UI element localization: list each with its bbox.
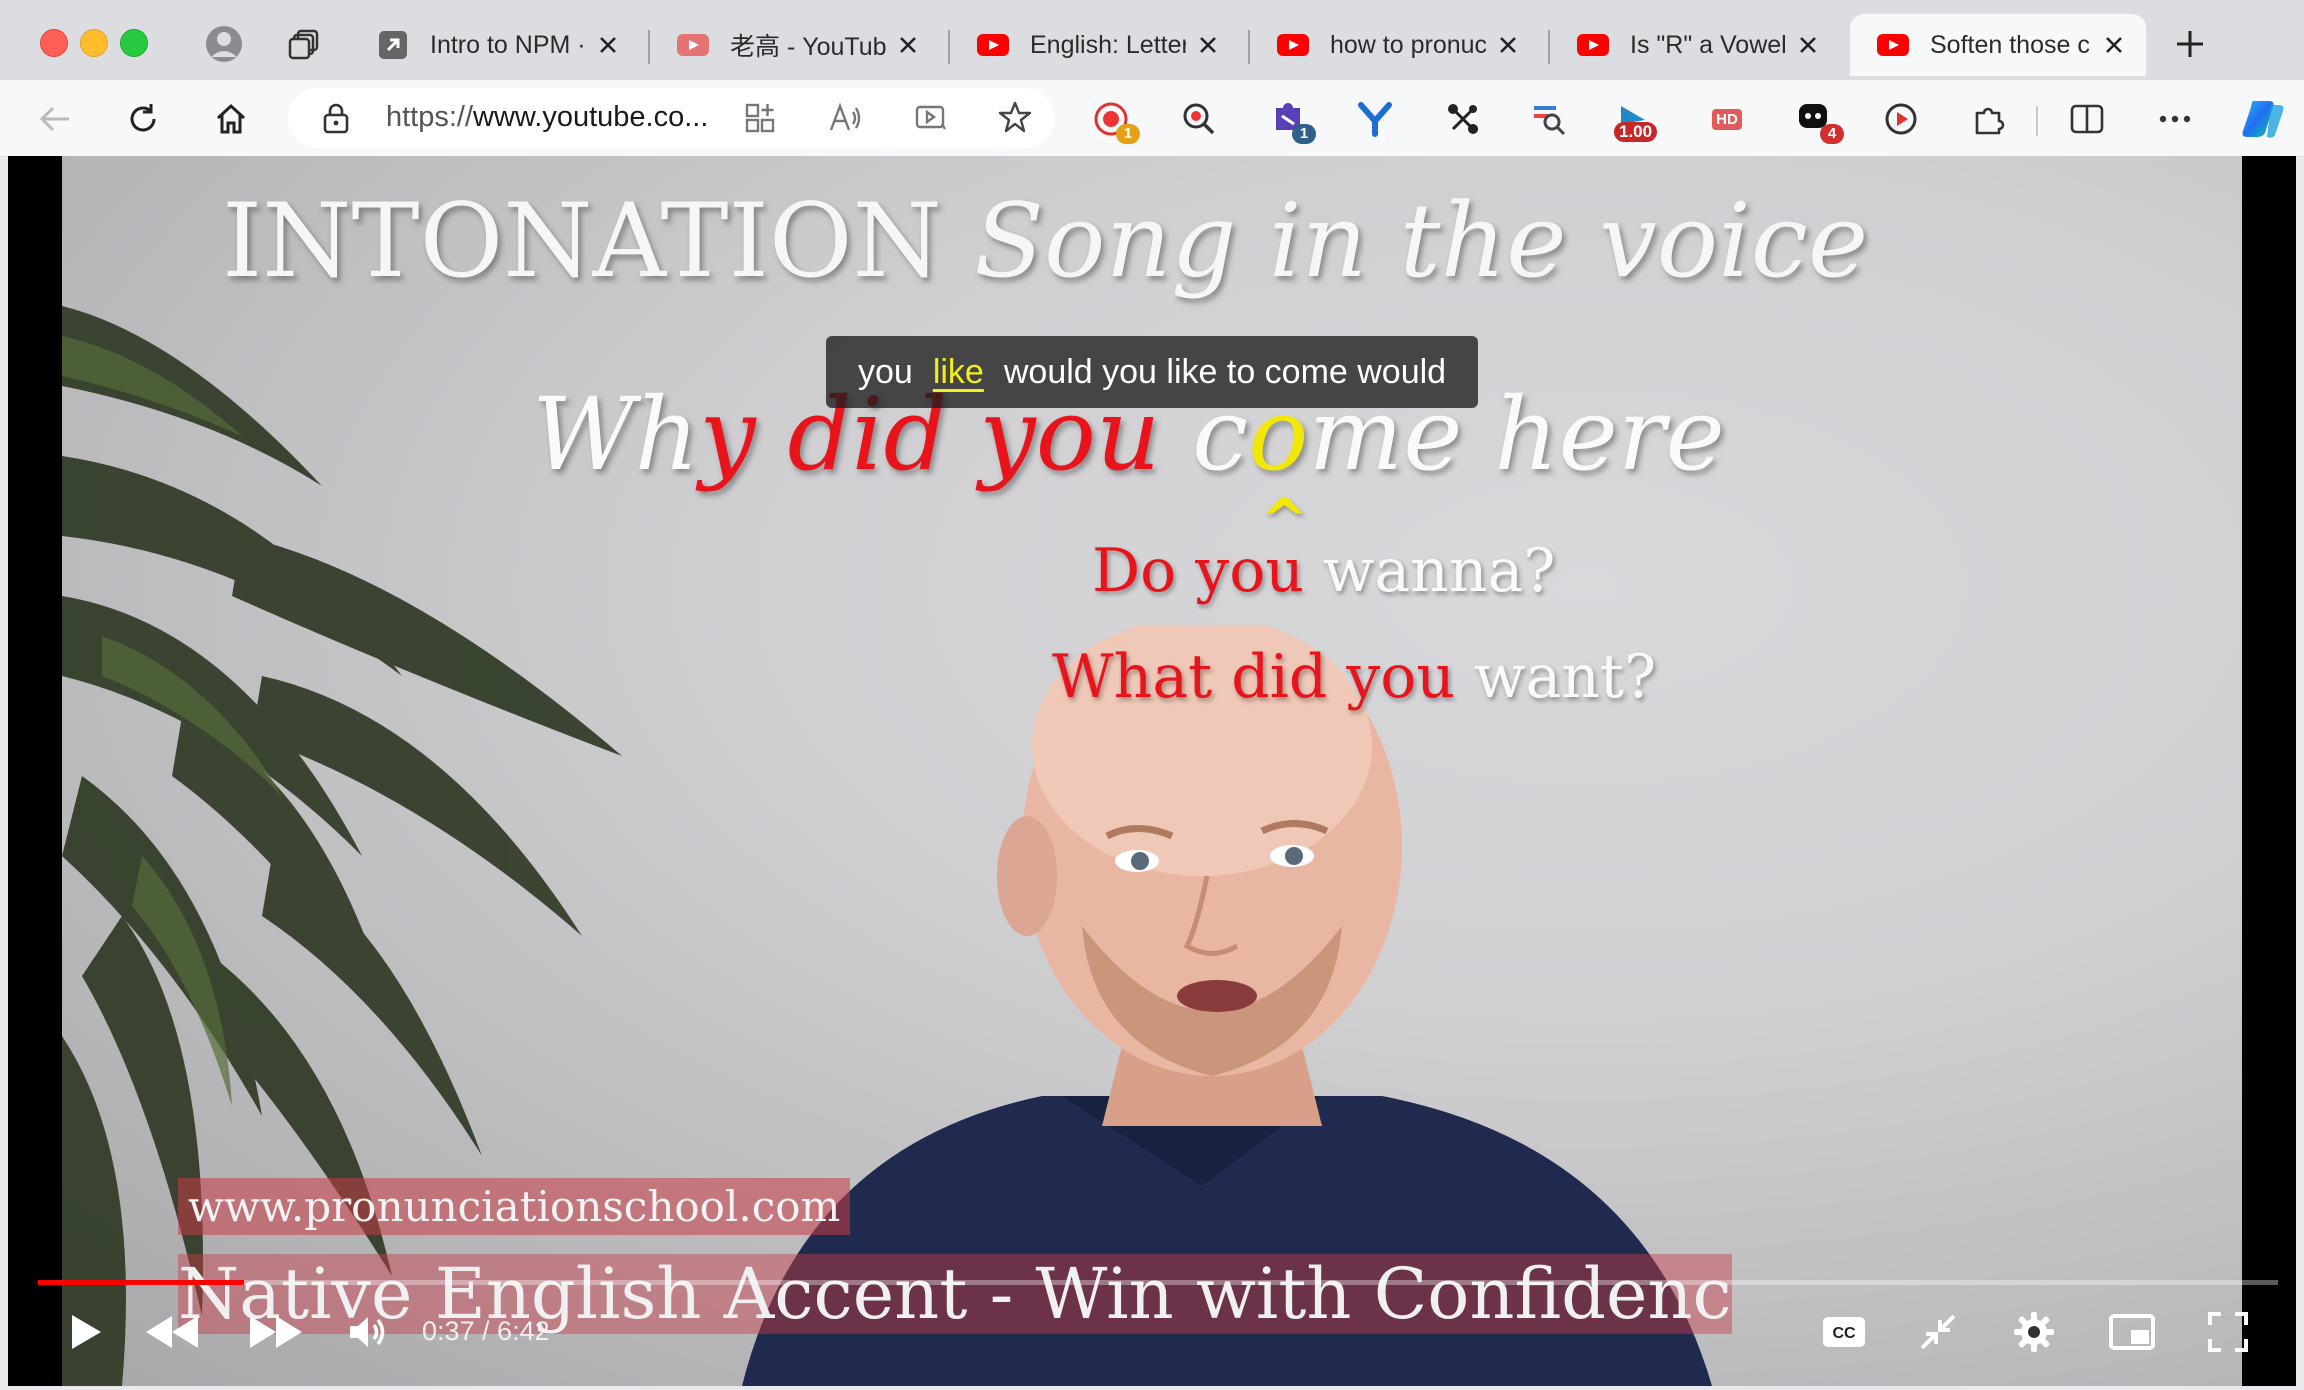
video-enhance-icon[interactable] [914, 102, 948, 139]
youtube-icon [976, 28, 1010, 62]
close-icon[interactable] [594, 31, 622, 59]
copilot-icon[interactable] [2238, 98, 2288, 140]
page-search-extension-icon[interactable] [1528, 98, 1570, 140]
volume-icon[interactable] [340, 1304, 396, 1360]
tab-strip: Intro to NPM · 老高 - YouTube English: Let… [0, 0, 2304, 80]
tab-title: Is "R" a Vowel? [1630, 30, 1786, 59]
example-question-1: Do you wanna? [1092, 536, 1556, 606]
close-icon[interactable] [2100, 31, 2128, 59]
captions-button[interactable]: CC [1816, 1304, 1872, 1360]
apps-icon[interactable] [744, 102, 776, 139]
progress-fill [38, 1280, 245, 1285]
favorite-star-icon[interactable] [998, 100, 1032, 139]
caption-text: would you like to come would [1003, 352, 1447, 391]
tab-how-to-pronounce[interactable]: how to pronuce [1250, 14, 1540, 76]
example-question-2: What did you want? [1052, 642, 1657, 712]
tab-laogao-youtube[interactable]: 老高 - YouTube [650, 14, 940, 76]
puzzle-extension-icon[interactable]: 1 [1268, 98, 1316, 144]
browser-toolbar: https://www.youtube.co... 1 1 1.00 HD 4 [0, 80, 2304, 157]
external-link-icon [376, 28, 410, 62]
close-icon[interactable] [1494, 31, 1522, 59]
profile-icon[interactable] [204, 24, 244, 64]
extension-badge: 1 [1116, 124, 1140, 144]
y-extension-icon[interactable] [1354, 98, 1396, 140]
window-maximize-button[interactable] [120, 29, 148, 57]
fast-forward-button[interactable] [244, 1304, 308, 1360]
video-heading: INTONATION Song in the voice [222, 182, 1868, 301]
tab-title: English: Letters [1030, 30, 1186, 59]
heading-main: INTONATION [222, 182, 942, 301]
tab-is-r-a-vowel[interactable]: Is "R" a Vowel? [1550, 14, 1840, 76]
fullscreen-button[interactable] [2200, 1304, 2256, 1360]
tab-english-letters[interactable]: English: Letters [950, 14, 1240, 76]
settings-gear-icon[interactable] [2006, 1304, 2062, 1360]
read-aloud-icon[interactable] [828, 102, 862, 139]
extension-badge: 4 [1820, 124, 1844, 144]
rewind-button[interactable] [140, 1304, 204, 1360]
youtube-icon [1876, 28, 1910, 62]
heading-italic: Song in the voice [974, 182, 1869, 301]
split-screen-icon[interactable] [2066, 98, 2108, 140]
minimize-player-button[interactable] [1910, 1304, 1966, 1360]
more-menu-icon[interactable] [2154, 98, 2196, 140]
search-lens-extension-icon[interactable] [1178, 98, 1220, 140]
hd-extension-icon[interactable]: HD [1706, 98, 1748, 140]
tab-title: how to pronuce [1330, 30, 1486, 59]
progress-bar[interactable] [38, 1280, 2278, 1285]
extension-badge: 1.00 [1614, 122, 1658, 142]
time-display: 0:37 / 6:42 [422, 1316, 550, 1346]
svg-text:CC: CC [1832, 1325, 1856, 1342]
screen-record-extension-icon[interactable]: 1 [1090, 98, 1140, 144]
miniplayer-button[interactable] [2104, 1304, 2160, 1360]
media-extension-icon[interactable] [1880, 98, 1922, 140]
extension-badge: 1 [1292, 124, 1316, 144]
url-text[interactable]: https://www.youtube.co... [386, 101, 708, 134]
workspaces-icon[interactable] [284, 24, 324, 64]
chat-extension-icon[interactable]: 4 [1794, 98, 1844, 144]
playback-speed-extension-icon[interactable]: 1.00 [1614, 98, 1658, 142]
video-player[interactable]: INTONATION Song in the voice Why did you… [8, 156, 2296, 1386]
caption-highlighted-word[interactable]: like [933, 353, 984, 392]
extensions-icon[interactable] [1968, 98, 2010, 140]
tab-title: Soften those c [1930, 30, 2090, 59]
youtube-icon [676, 28, 710, 62]
caption-word: you [858, 352, 913, 391]
window-close-button[interactable] [40, 29, 68, 57]
youtube-icon [1576, 28, 1610, 62]
website-banner: www.pronunciationschool.com [178, 1178, 851, 1235]
phrase-part: Wh [532, 376, 700, 493]
close-icon[interactable] [894, 31, 922, 59]
reload-button[interactable] [122, 98, 164, 140]
new-tab-button[interactable] [2170, 24, 2210, 64]
youtube-icon [1276, 28, 1310, 62]
play-button[interactable] [58, 1304, 114, 1360]
tab-title: 老高 - YouTube [730, 33, 886, 61]
tab-title: Intro to NPM · [430, 30, 586, 59]
tab-soften-those[interactable]: Soften those c [1850, 14, 2146, 76]
nodes-extension-icon[interactable] [1442, 98, 1484, 140]
close-icon[interactable] [1794, 31, 1822, 59]
lock-icon[interactable] [322, 102, 350, 139]
back-button[interactable] [34, 98, 76, 140]
close-icon[interactable] [1194, 31, 1222, 59]
tab-intro-npm[interactable]: Intro to NPM · [350, 14, 640, 76]
caption-box: you like would you like to come would [826, 336, 1479, 408]
hd-label: HD [1712, 108, 1742, 130]
home-button[interactable] [210, 98, 252, 140]
window-minimize-button[interactable] [80, 29, 108, 57]
tagline-banner: Native English Accent - Win with Confide… [178, 1254, 1732, 1334]
address-bar[interactable]: https://www.youtube.co... [288, 88, 1054, 148]
